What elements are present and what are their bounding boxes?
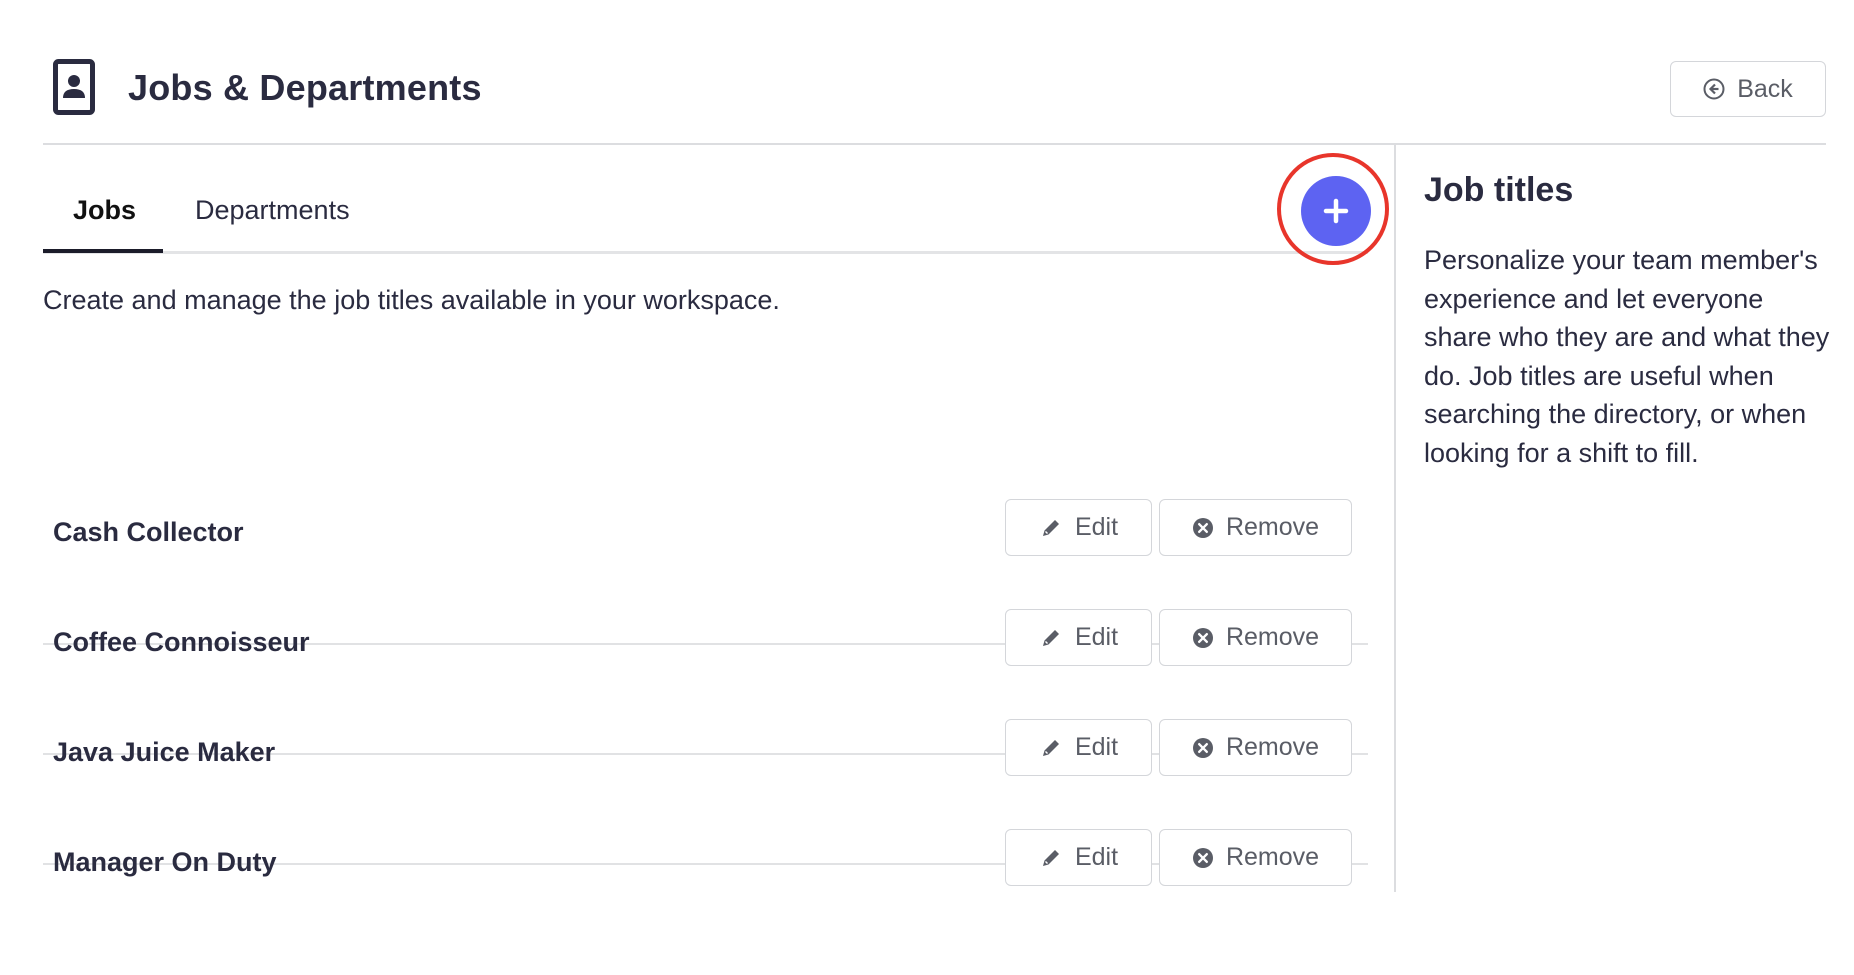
job-name: Cash Collector xyxy=(53,517,244,547)
tab-bar-divider xyxy=(43,251,1368,254)
x-circle-icon xyxy=(1192,627,1213,648)
contact-card-icon xyxy=(53,59,95,115)
back-button-label: Back xyxy=(1737,74,1793,103)
remove-label: Remove xyxy=(1225,733,1320,761)
pencil-icon xyxy=(1042,629,1059,646)
tab-bar: Jobs Departments xyxy=(43,145,1389,265)
edit-label: Edit xyxy=(1074,843,1119,871)
edit-button[interactable]: Edit xyxy=(1005,829,1152,886)
remove-label: Remove xyxy=(1225,513,1320,541)
edit-label: Edit xyxy=(1074,733,1119,761)
job-name: Java Juice Maker xyxy=(53,737,276,767)
job-name: Manager On Duty xyxy=(53,847,277,877)
row-actions: Edit Remove xyxy=(1005,829,1352,886)
plus-icon xyxy=(1323,198,1349,224)
remove-label: Remove xyxy=(1225,623,1320,651)
pencil-icon xyxy=(1042,849,1059,866)
pencil-icon xyxy=(1042,739,1059,756)
job-list: Cash Collector Edit Remove Coffee Connoi… xyxy=(43,499,1368,975)
add-job-button[interactable] xyxy=(1301,176,1371,246)
row-actions: Edit Remove xyxy=(1005,609,1352,666)
pencil-icon xyxy=(1042,519,1059,536)
jobs-panel: Jobs Departments Create and manage the j… xyxy=(43,145,1389,892)
x-circle-icon xyxy=(1192,847,1213,868)
edit-button[interactable]: Edit xyxy=(1005,499,1152,556)
remove-button[interactable]: Remove xyxy=(1159,829,1352,886)
jobs-description: Create and manage the job titles availab… xyxy=(43,285,780,315)
edit-button[interactable]: Edit xyxy=(1005,719,1152,776)
arrow-left-circle-icon xyxy=(1703,78,1725,100)
edit-button[interactable]: Edit xyxy=(1005,609,1152,666)
remove-button[interactable]: Remove xyxy=(1159,499,1352,556)
edit-label: Edit xyxy=(1074,513,1119,541)
job-name: Coffee Connoisseur xyxy=(53,627,310,657)
sidebar-body: Personalize your team member's experienc… xyxy=(1424,245,1830,468)
active-tab-indicator xyxy=(43,249,163,253)
row-actions: Edit Remove xyxy=(1005,719,1352,776)
panel-divider xyxy=(1394,145,1396,892)
page-header: Jobs & Departments Back xyxy=(43,55,1826,150)
x-circle-icon xyxy=(1192,737,1213,758)
tab-departments[interactable]: Departments xyxy=(195,195,350,226)
page-title: Jobs & Departments xyxy=(128,67,482,108)
tab-jobs[interactable]: Jobs xyxy=(73,195,136,226)
remove-button[interactable]: Remove xyxy=(1159,719,1352,776)
x-circle-icon xyxy=(1192,517,1213,538)
job-row: Manager On Duty Edit Remove xyxy=(43,829,1368,975)
remove-label: Remove xyxy=(1225,843,1320,871)
edit-label: Edit xyxy=(1074,623,1119,651)
remove-button[interactable]: Remove xyxy=(1159,609,1352,666)
row-actions: Edit Remove xyxy=(1005,499,1352,556)
sidebar-title: Job titles xyxy=(1424,171,1574,209)
back-button[interactable]: Back xyxy=(1670,61,1826,117)
